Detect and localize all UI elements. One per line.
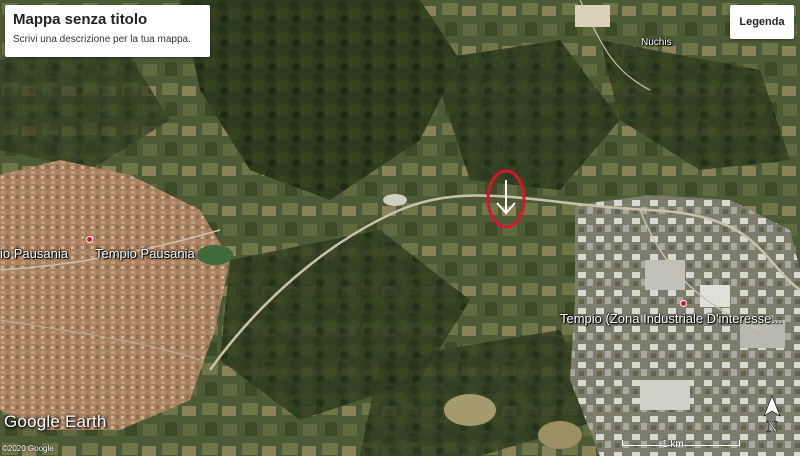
place-label-tempio-industrial[interactable]: Tempio (Zona Industriale D'interesse... [560, 311, 782, 326]
north-label: N [766, 419, 778, 436]
map-pin-icon[interactable] [86, 236, 93, 243]
place-label-tempio-pausania[interactable]: Tempio Pausania [95, 246, 195, 261]
map-title[interactable]: Mappa senza titolo [13, 11, 202, 28]
map-pin-icon[interactable] [680, 300, 687, 307]
google-earth-logo: Google Earth [4, 412, 107, 431]
scale-label: 1 km [662, 439, 684, 450]
map-title-card: Mappa senza titolo Scrivi una descrizion… [5, 5, 210, 57]
down-arrow-marker-icon[interactable] [484, 168, 528, 230]
satellite-imagery [0, 0, 800, 456]
place-label-tempio-left[interactable]: io Pausania [0, 246, 68, 261]
place-label-nuchis[interactable]: Nuchis [641, 37, 672, 48]
legend-button[interactable]: Legenda [730, 5, 794, 39]
north-arrow-icon[interactable]: N [760, 394, 784, 438]
copyright-text: ©2020 Google [2, 444, 54, 453]
satellite-map[interactable] [0, 0, 800, 456]
map-description[interactable]: Scrivi una descrizione per la tua mappa. [13, 34, 202, 45]
